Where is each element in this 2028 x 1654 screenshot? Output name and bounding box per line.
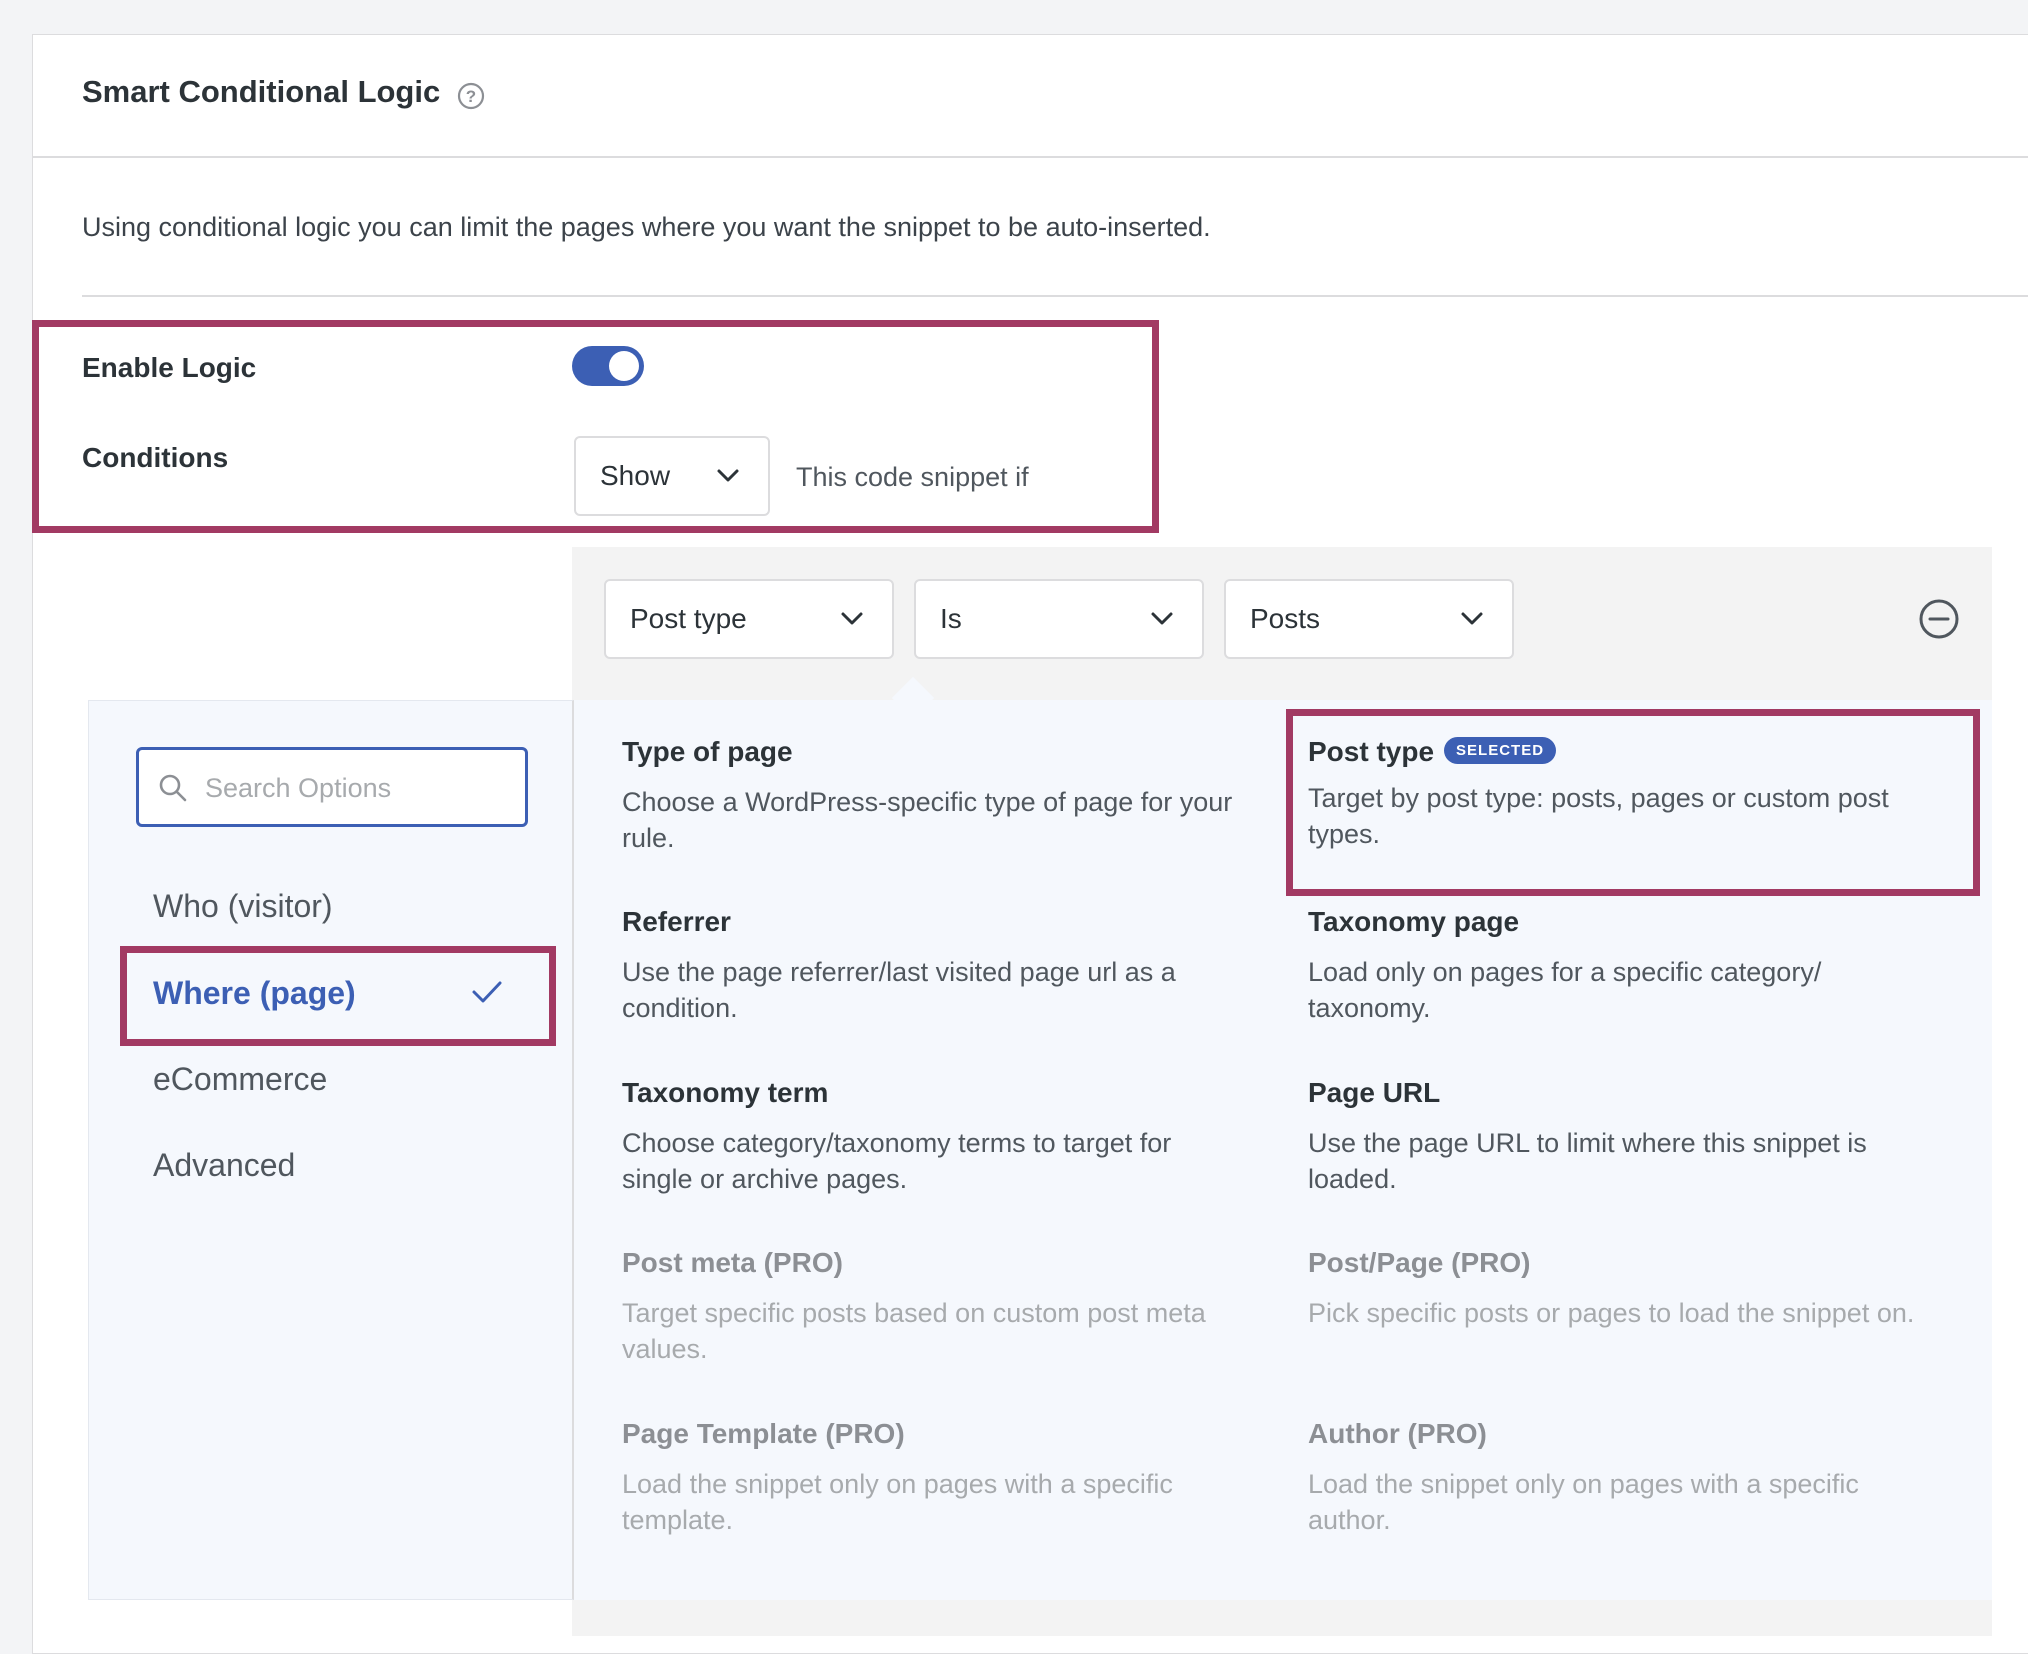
divider [32, 156, 2028, 158]
rule-field-value: Post type [630, 603, 747, 634]
option-taxonomy-page[interactable]: Taxonomy page Load only on pages for a s… [1308, 906, 1928, 1026]
option-post-page-pro[interactable]: Post/Page (PRO) Pick specific posts or p… [1308, 1247, 1928, 1331]
option-description: Use the page referrer/last visited page … [622, 957, 1176, 1023]
option-taxonomy-term[interactable]: Taxonomy term Choose category/taxonomy t… [622, 1077, 1242, 1197]
question-circle-icon[interactable]: ? [456, 81, 486, 111]
chevron-down-icon [1461, 612, 1483, 625]
option-description: Target specific posts based on custom po… [622, 1298, 1206, 1364]
intro-text: Using conditional logic you can limit th… [82, 212, 1211, 242]
option-description: Use the page URL to limit where this sni… [1308, 1128, 1867, 1194]
highlight-box [1286, 709, 1980, 896]
option-description: Load only on pages for a specific catego… [1308, 957, 1822, 1023]
chevron-down-icon [841, 612, 863, 625]
rule-operator-select[interactable]: Is [914, 579, 1204, 659]
divider [82, 295, 2028, 297]
option-title: Post/Page (PRO) [1308, 1247, 1531, 1278]
option-page-url[interactable]: Page URL Use the page URL to limit where… [1308, 1077, 1928, 1197]
rule-value-select[interactable]: Posts [1224, 579, 1514, 659]
panel-title: Smart Conditional Logic [82, 74, 441, 109]
search-input[interactable]: Search Options [136, 747, 528, 827]
category-who[interactable]: Who (visitor) [153, 888, 333, 925]
option-description: Choose category/taxonomy terms to target… [622, 1128, 1172, 1194]
option-title: Taxonomy term [622, 1077, 829, 1108]
chevron-down-icon [1151, 612, 1173, 625]
search-icon [159, 774, 187, 802]
option-title: Taxonomy page [1308, 906, 1520, 937]
option-title: Referrer [622, 906, 731, 937]
option-title: Type of page [622, 736, 793, 767]
option-title: Post meta (PRO) [622, 1247, 843, 1278]
highlight-box [32, 320, 1159, 533]
category-ecommerce[interactable]: eCommerce [153, 1061, 327, 1098]
option-type-of-page[interactable]: Type of page Choose a WordPress-specific… [622, 736, 1242, 856]
option-title: Page Template (PRO) [622, 1418, 905, 1449]
option-description: Choose a WordPress-specific type of page… [622, 787, 1233, 853]
highlight-box [120, 946, 556, 1046]
option-author-pro[interactable]: Author (PRO) Load the snippet only on pa… [1308, 1418, 1928, 1538]
minus-circle-icon[interactable] [1917, 597, 1961, 641]
option-title: Author (PRO) [1308, 1418, 1487, 1449]
option-description: Load the snippet only on pages with a sp… [1308, 1469, 1859, 1535]
option-page-template-pro[interactable]: Page Template (PRO) Load the snippet onl… [622, 1418, 1242, 1538]
svg-text:?: ? [466, 87, 476, 106]
option-referrer[interactable]: Referrer Use the page referrer/last visi… [622, 906, 1242, 1026]
option-description: Load the snippet only on pages with a sp… [622, 1469, 1173, 1535]
option-post-meta-pro[interactable]: Post meta (PRO) Target specific posts ba… [622, 1247, 1242, 1367]
rule-operator-value: Is [940, 603, 962, 634]
option-description: Pick specific posts or pages to load the… [1308, 1298, 1915, 1328]
rule-value-value: Posts [1250, 603, 1321, 634]
option-title: Page URL [1308, 1077, 1441, 1108]
search-placeholder: Search Options [205, 773, 392, 803]
category-advanced[interactable]: Advanced [153, 1147, 295, 1184]
rule-field-select[interactable]: Post type [604, 579, 894, 659]
